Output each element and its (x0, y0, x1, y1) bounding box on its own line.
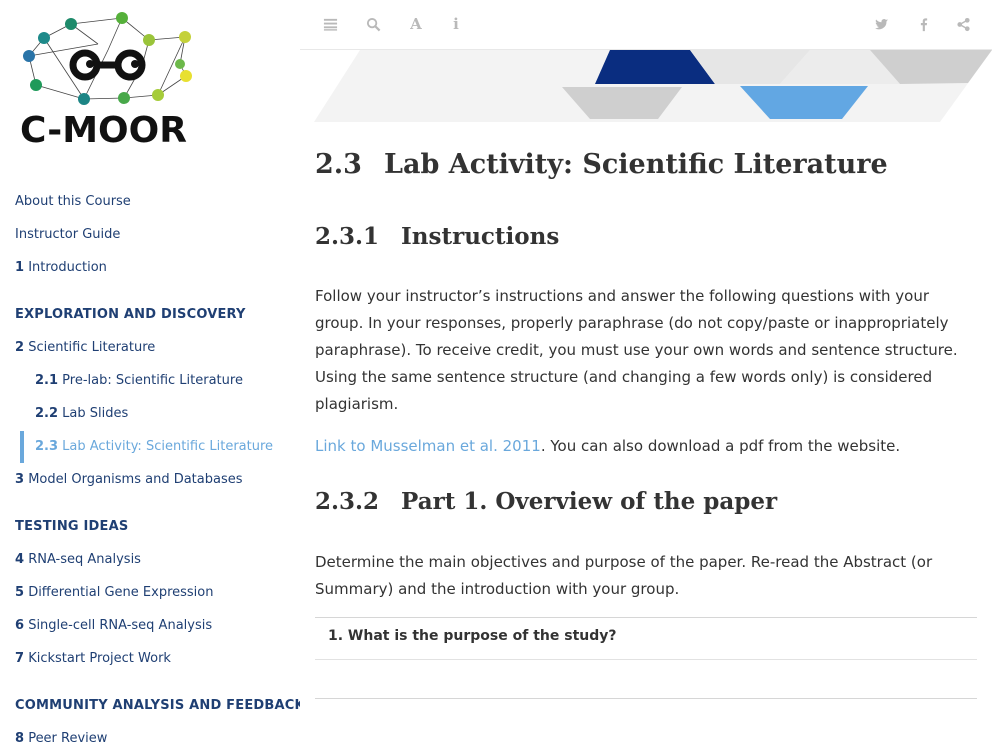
info-icon[interactable]: i (445, 13, 467, 35)
subsection-heading-instructions: 2.3.1 Instructions (315, 223, 559, 250)
book-toolbar: A i (300, 0, 992, 50)
toc-item-chapter-7[interactable]: 7 Kickstart Project Work (0, 647, 300, 680)
link-suffix-text: . You can also download a pdf from the w… (540, 437, 901, 455)
link-paragraph: Link to Musselman et al. 2011. You can a… (315, 433, 965, 460)
toc-label: Scientific Literature (28, 340, 156, 355)
toc-number: 5 (15, 585, 25, 600)
toc-label: Peer Review (28, 731, 108, 744)
toc-item-chapter-1[interactable]: 1 Introduction (0, 256, 300, 289)
subsection-heading-part1: 2.3.2 Part 1. Overview of the paper (315, 488, 777, 515)
toc-item-chapter-3[interactable]: 3 Model Organisms and Databases (0, 468, 300, 501)
toc-item-chapter-4[interactable]: 4 RNA-seq Analysis (0, 548, 300, 581)
toc-part-label: COMMUNITY ANALYSIS AND FEEDBACK (15, 698, 300, 713)
toc-label: Lab Slides (62, 406, 129, 421)
question-1: 1. What is the purpose of the study? (328, 628, 617, 644)
toc-label: Model Organisms and Databases (28, 472, 243, 487)
question-box: 1. What is the purpose of the study? (315, 617, 977, 660)
toc-label: Single-cell RNA-seq Analysis (28, 618, 213, 633)
toc-part-label: EXPLORATION AND DISCOVERY (15, 307, 246, 322)
font-glyph: A (410, 15, 422, 33)
section-title: Lab Activity: Scientific Literature (383, 149, 888, 180)
subsection-number: 2.3.2 (315, 488, 380, 515)
toc-number: 4 (15, 552, 25, 567)
toc-item-section-2-1[interactable]: 2.1 Pre-lab: Scientific Literature (0, 369, 300, 402)
toc-label: Pre-lab: Scientific Literature (62, 373, 243, 388)
instructions-paragraph: Follow your instructor’s instructions an… (315, 287, 958, 413)
toc-number: 7 (15, 651, 25, 666)
banner-graphic (300, 50, 992, 125)
toc-number: 2.1 (35, 373, 59, 388)
page-title: 2.3 Lab Activity: Scientific Literature (315, 149, 888, 180)
toc-number: 1 (15, 260, 25, 275)
toc-item-about[interactable]: About this Course (0, 190, 300, 223)
part1-paragraph: Determine the main objectives and purpos… (315, 553, 933, 598)
toc-number: 2.3 (35, 439, 59, 454)
toc-label: Introduction (28, 260, 107, 275)
section-number: 2.3 (315, 149, 362, 180)
toc-item-chapter-6[interactable]: 6 Single-cell RNA-seq Analysis (0, 614, 300, 647)
divider (315, 698, 977, 699)
toc-label: Differential Gene Expression (28, 585, 214, 600)
svg-text:C-MOOR: C-MOOR (20, 110, 187, 150)
twitter-icon[interactable] (870, 13, 892, 35)
sidebar: C-MOOR About this Course Instructor Guid… (0, 0, 300, 744)
toc-label: Instructor Guide (15, 227, 121, 242)
toc-part-label: TESTING IDEAS (15, 519, 129, 534)
toc-label: RNA-seq Analysis (28, 552, 141, 567)
toc-label: Kickstart Project Work (28, 651, 171, 666)
toc-part-header: COMMUNITY ANALYSIS AND FEEDBACK (0, 694, 300, 727)
toc-number: 2.2 (35, 406, 59, 421)
c-moor-logo[interactable]: C-MOOR (18, 10, 208, 151)
toc-part-header: EXPLORATION AND DISCOVERY (0, 303, 300, 336)
toc-label: About this Course (15, 194, 131, 209)
font-icon[interactable]: A (405, 13, 427, 35)
menu-icon[interactable] (319, 13, 341, 35)
toc-label: Lab Activity: Scientific Literature (62, 439, 274, 454)
toc-item-section-2-3-active[interactable]: 2.3 Lab Activity: Scientific Literature (0, 431, 300, 468)
toc-part-header: TESTING IDEAS (0, 515, 300, 548)
toc-number: 6 (15, 618, 25, 633)
toc-number: 3 (15, 472, 25, 487)
toc-number: 2 (15, 340, 25, 355)
toc-item-instructor-guide[interactable]: Instructor Guide (0, 223, 300, 256)
toc-item-chapter-5[interactable]: 5 Differential Gene Expression (0, 581, 300, 614)
subsection-number: 2.3.1 (315, 223, 380, 250)
musselman-link[interactable]: Link to Musselman et al. 2011 (315, 437, 541, 455)
share-icon[interactable] (952, 13, 974, 35)
logo-network-icon: C-MOOR (20, 12, 192, 151)
toc-item-chapter-2[interactable]: 2 Scientific Literature (0, 336, 300, 369)
toc-item-section-2-2[interactable]: 2.2 Lab Slides (0, 402, 300, 435)
table-of-contents: About this Course Instructor Guide 1 Int… (0, 190, 300, 744)
subsection-title: Part 1. Overview of the paper (401, 488, 778, 515)
subsection-title: Instructions (401, 223, 560, 250)
search-icon[interactable] (362, 13, 384, 35)
toc-number: 8 (15, 731, 25, 744)
toc-item-chapter-8[interactable]: 8 Peer Review (0, 727, 300, 744)
facebook-icon[interactable] (912, 13, 934, 35)
info-glyph: i (453, 15, 459, 33)
